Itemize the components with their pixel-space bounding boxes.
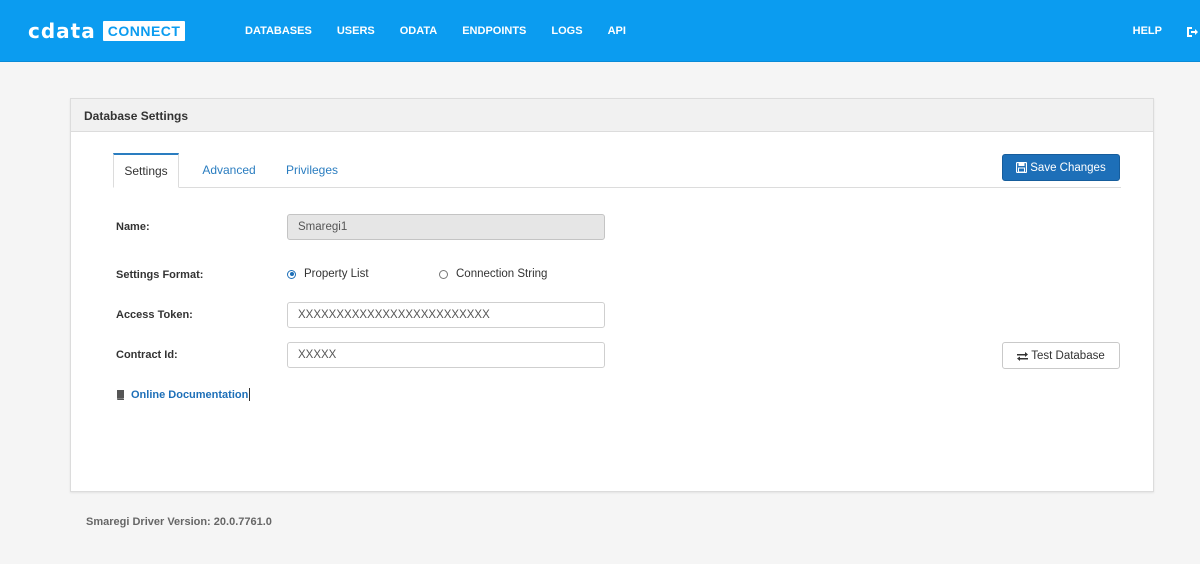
database-settings-panel: Database Settings Settings Advanced Priv… xyxy=(70,98,1154,492)
nav-databases[interactable]: DATABASES xyxy=(245,25,312,37)
text-cursor xyxy=(249,388,251,401)
save-changes-button[interactable]: Save Changes xyxy=(1002,154,1120,181)
panel-title: Database Settings xyxy=(84,109,189,123)
settings-tabs: Settings Advanced Privileges xyxy=(113,153,1121,188)
radio-property-list[interactable]: Property List xyxy=(287,268,369,280)
nav-users[interactable]: USERS xyxy=(337,25,375,37)
access-token-input[interactable]: XXXXXXXXXXXXXXXXXXXXXXXXX xyxy=(287,302,605,328)
radio-checked-icon xyxy=(287,269,296,279)
nav-logs[interactable]: LOGS xyxy=(551,25,582,37)
contract-id-label: Contract Id: xyxy=(116,349,178,361)
help-link[interactable]: HELP xyxy=(1133,25,1162,37)
radio-connection-string-label: Connection String xyxy=(456,268,548,280)
radio-property-list-label: Property List xyxy=(304,268,369,280)
panel-header: Database Settings xyxy=(71,99,1153,132)
driver-version: Smaregi Driver Version: 20.0.7761.0 xyxy=(86,516,272,528)
logo-wordmark: cdata xyxy=(28,19,96,43)
name-field: Smaregi1 xyxy=(287,214,605,240)
logo-badge: CONNECT xyxy=(102,21,186,41)
nav-right: HELP xyxy=(1133,25,1200,37)
online-documentation-label: Online Documentation xyxy=(131,388,249,401)
radio-connection-string[interactable]: Connection String xyxy=(439,268,547,280)
floppy-disk-icon xyxy=(1016,162,1028,173)
contract-id-input[interactable]: XXXXX xyxy=(287,342,605,368)
main-nav: DATABASES USERS ODATA ENDPOINTS LOGS API xyxy=(245,25,651,37)
cdata-connect-logo[interactable]: cdata CONNECT xyxy=(28,19,186,43)
book-icon xyxy=(116,389,125,400)
settings-format-label: Settings Format: xyxy=(116,269,204,281)
access-token-label: Access Token: xyxy=(116,309,193,321)
top-navbar: cdata CONNECT DATABASES USERS ODATA ENDP… xyxy=(0,0,1200,62)
test-database-label: Test Database xyxy=(1031,349,1105,362)
tab-advanced[interactable]: Advanced xyxy=(193,154,265,187)
nav-endpoints[interactable]: ENDPOINTS xyxy=(462,25,526,37)
nav-odata[interactable]: ODATA xyxy=(400,25,437,37)
tab-privileges[interactable]: Privileges xyxy=(279,154,345,187)
radio-unchecked-icon xyxy=(439,269,448,279)
tab-settings[interactable]: Settings xyxy=(113,153,179,188)
test-database-button[interactable]: Test Database xyxy=(1002,342,1120,369)
sign-out-icon[interactable] xyxy=(1186,25,1198,37)
nav-api[interactable]: API xyxy=(608,25,626,37)
exchange-arrows-icon xyxy=(1017,351,1029,361)
name-label: Name: xyxy=(116,221,150,233)
save-changes-label: Save Changes xyxy=(1030,161,1106,174)
online-documentation-link[interactable]: Online Documentation xyxy=(116,388,251,401)
